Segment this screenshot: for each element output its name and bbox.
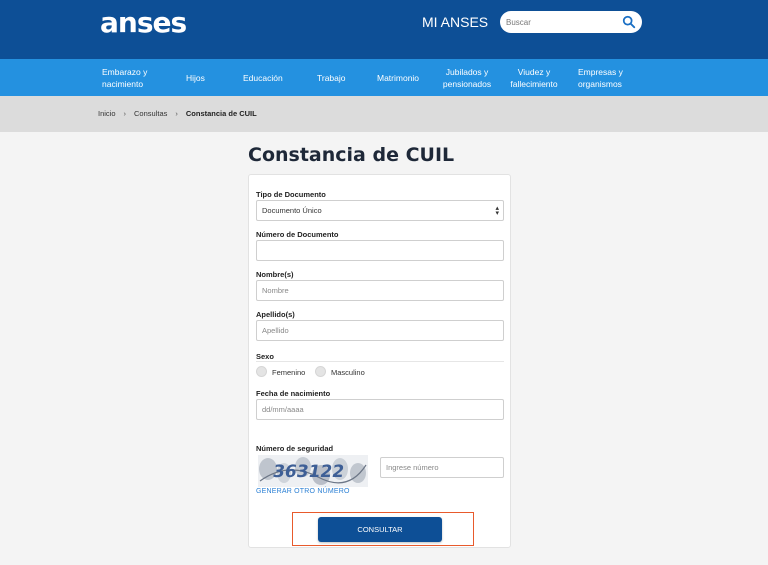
- doc-number-input[interactable]: [256, 240, 504, 261]
- divider: [256, 361, 504, 362]
- select-arrows-icon: ▴ ▾: [495, 205, 499, 217]
- doc-number-label: Número de Documento: [256, 230, 339, 239]
- nav-item-trabajo[interactable]: Trabajo: [317, 59, 357, 96]
- cuil-form: Tipo de Documento Documento Único ▴ ▾ Núm…: [248, 174, 511, 548]
- radio-masculino-label: Masculino: [331, 368, 365, 377]
- radio-femenino[interactable]: [256, 366, 267, 377]
- consultar-button[interactable]: CONSULTAR: [318, 517, 442, 542]
- breadcrumb: Inicio › Consultas › Constancia de CUIL: [98, 109, 257, 118]
- captcha-text: 363122: [271, 462, 345, 482]
- search-input[interactable]: [506, 14, 616, 30]
- main-nav: Embarazo y nacimiento Hijos Educación Tra…: [0, 59, 768, 96]
- breadcrumb-bar: Inicio › Consultas › Constancia de CUIL: [0, 96, 768, 132]
- breadcrumb-current: Constancia de CUIL: [185, 109, 257, 118]
- nav-item-educacion[interactable]: Educación: [243, 59, 293, 96]
- nav-item-jubilados[interactable]: Jubilados y pensionados: [438, 59, 496, 96]
- sex-label: Sexo: [256, 352, 274, 361]
- birthdate-label: Fecha de nacimiento: [256, 389, 331, 398]
- top-header: anses MI ANSES: [0, 0, 768, 59]
- name-label: Nombre(s): [256, 270, 294, 279]
- doc-type-label: Tipo de Documento: [256, 190, 326, 199]
- nav-item-viudez[interactable]: Viudez y fallecimiento: [505, 59, 563, 96]
- search-box: [500, 11, 642, 33]
- breadcrumb-separator: ›: [123, 109, 127, 118]
- regenerate-captcha-link[interactable]: GENERAR OTRO NÚMERO: [256, 488, 350, 495]
- breadcrumb-home[interactable]: Inicio: [98, 109, 116, 118]
- nav-item-matrimonio[interactable]: Matrimonio: [377, 59, 427, 96]
- captcha-image: 363122: [258, 455, 368, 487]
- captcha-input[interactable]: [380, 457, 504, 478]
- breadcrumb-separator: ›: [175, 109, 178, 118]
- name-input[interactable]: [256, 280, 504, 301]
- surname-input[interactable]: [256, 320, 504, 341]
- breadcrumb-consultas[interactable]: Consultas: [134, 109, 167, 118]
- doc-type-value: Documento Único: [262, 206, 322, 215]
- page-title: Constancia de CUIL: [248, 144, 455, 166]
- nav-item-embarazo[interactable]: Embarazo y nacimiento: [102, 59, 162, 96]
- radio-femenino-label: Femenino: [272, 368, 306, 377]
- birthdate-input[interactable]: [256, 399, 504, 420]
- doc-type-select[interactable]: Documento Único ▴ ▾: [256, 200, 504, 221]
- search-icon[interactable]: [622, 15, 636, 29]
- radio-masculino[interactable]: [315, 366, 326, 377]
- nav-item-empresas[interactable]: Empresas y organismos: [578, 59, 638, 96]
- anses-logo[interactable]: anses: [100, 6, 187, 39]
- mi-anses-link[interactable]: MI ANSES: [422, 14, 488, 30]
- nav-item-hijos[interactable]: Hijos: [186, 59, 216, 96]
- surname-label: Apellido(s): [256, 310, 295, 319]
- security-label: Número de seguridad: [256, 444, 334, 453]
